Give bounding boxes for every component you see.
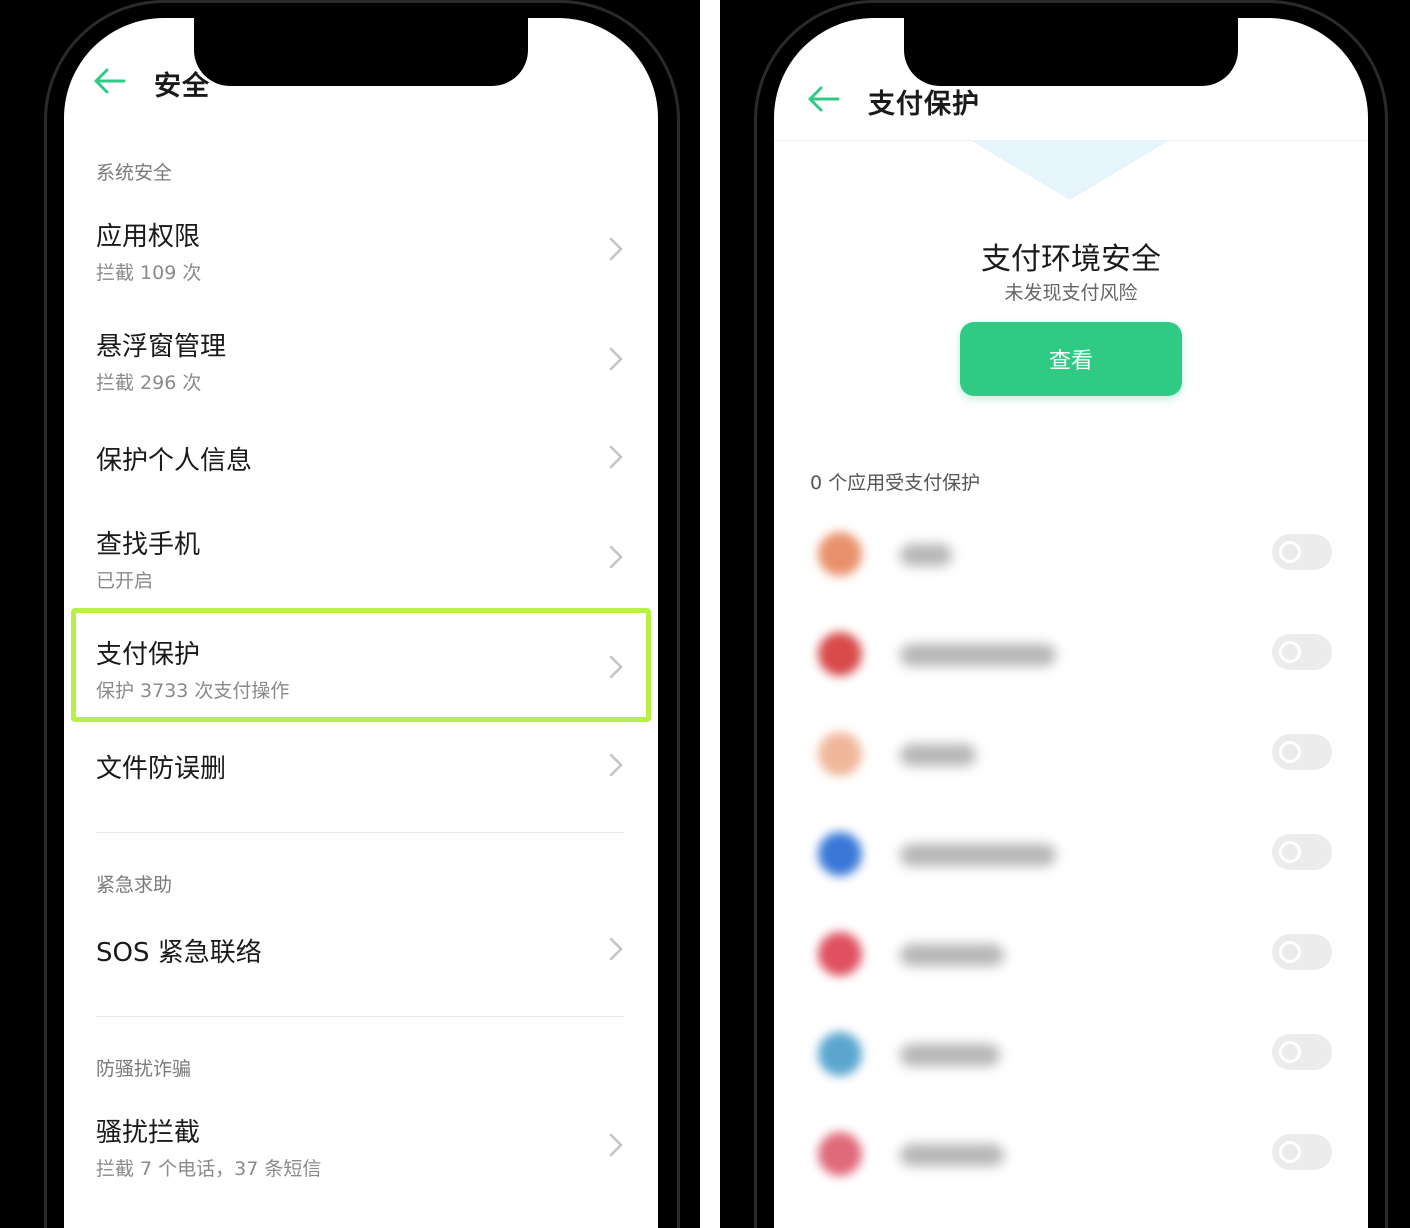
app-icon [818,732,862,776]
protection-toggle[interactable] [1272,734,1332,770]
protection-toggle[interactable] [1272,834,1332,870]
left-phone-frame: 安全 系统安全 应用权限 拦截 109 次 悬浮窗管理 拦截 296 次 保护个… [44,0,680,1228]
app-name-blurred [900,944,1004,966]
item-title: SOS 紧急联络 [96,938,262,968]
item-subtitle: 保护 3733 次支付操作 [96,680,290,702]
app-icon [818,532,862,576]
list-item-app-permissions[interactable]: 应用权限 拦截 109 次 [64,194,658,302]
app-name-blurred [900,544,952,566]
item-title: 查找手机 [96,530,201,560]
app-row[interactable] [774,802,1368,902]
app-name-blurred [900,744,976,766]
app-row[interactable] [774,502,1368,602]
view-button[interactable]: 查看 [960,322,1182,396]
protected-apps-count: 0 个应用受支付保护 [810,472,981,494]
chevron-right-icon [609,237,623,261]
section-label-system-security: 系统安全 [96,162,173,184]
app-icon [818,1032,862,1076]
section-label-emergency: 紧急求助 [96,874,173,896]
item-title: 应用权限 [96,222,201,252]
item-subtitle: 拦截 7 个电话，37 条短信 [96,1158,322,1180]
app-name-blurred [900,1044,1000,1066]
app-row[interactable] [774,602,1368,702]
toggle-knob [1279,741,1301,763]
app-icon [818,832,862,876]
toggle-knob [1279,541,1301,563]
app-name-blurred [900,844,1056,866]
divider [96,832,624,833]
protection-toggle[interactable] [1272,634,1332,670]
divider [96,1016,624,1017]
notch [194,18,528,86]
item-title: 支付保护 [96,640,201,670]
protection-toggle[interactable] [1272,934,1332,970]
toggle-knob [1279,641,1301,663]
item-title: 保护个人信息 [96,446,253,476]
item-title: 骚扰拦截 [96,1118,201,1148]
item-subtitle: 拦截 296 次 [96,372,202,394]
back-arrow-icon[interactable] [92,66,126,96]
list-item-find-phone[interactable]: 查找手机 已开启 [64,504,658,612]
app-row[interactable] [774,1102,1368,1202]
protection-toggle[interactable] [1272,1034,1332,1070]
app-name-blurred [900,1144,1004,1166]
chevron-right-icon [609,347,623,371]
page-title: 支付保护 [868,89,980,120]
item-title: 悬浮窗管理 [96,332,227,362]
chevron-right-icon [609,753,623,777]
notch [904,18,1238,86]
toggle-knob [1279,941,1301,963]
page-title: 安全 [154,71,210,102]
app-row[interactable] [774,702,1368,802]
chevron-right-icon [609,937,623,961]
toggle-knob [1279,841,1301,863]
chevron-right-icon [609,445,623,469]
toggle-knob [1279,1141,1301,1163]
list-item-personal-info[interactable]: 保护个人信息 [64,404,658,512]
protection-toggle[interactable] [1272,534,1332,570]
app-icon [818,932,862,976]
list-item-floating-window[interactable]: 悬浮窗管理 拦截 296 次 [64,304,658,412]
list-item-payment-protection[interactable]: 支付保护 保护 3733 次支付操作 [64,614,658,722]
payment-protection-screen: 支付保护 支付环境安全 未发现支付风险 查看 0 个应用受支付保护 [774,18,1368,1228]
list-item-harassment-block[interactable]: 骚扰拦截 拦截 7 个电话，37 条短信 [64,1092,658,1200]
item-subtitle: 拦截 109 次 [96,262,202,284]
item-title: 文件防误删 [96,754,227,784]
list-item-sos[interactable]: SOS 紧急联络 [64,908,658,1016]
chevron-right-icon [609,545,623,569]
list-item-file-protection[interactable]: 文件防误删 [64,724,658,832]
status-title: 支付环境安全 [981,242,1161,277]
right-phone-frame: 支付保护 支付环境安全 未发现支付风险 查看 0 个应用受支付保护 [754,0,1388,1228]
toggle-knob [1279,1041,1301,1063]
security-screen: 安全 系统安全 应用权限 拦截 109 次 悬浮窗管理 拦截 296 次 保护个… [64,18,658,1228]
app-icon [818,632,862,676]
back-arrow-icon[interactable] [806,84,840,114]
item-subtitle: 已开启 [96,570,154,592]
protection-toggle[interactable] [1272,1134,1332,1170]
chevron-right-icon [609,1133,623,1157]
app-row[interactable] [774,902,1368,1002]
app-row[interactable] [774,1002,1368,1102]
app-icon [818,1132,862,1176]
app-name-blurred [900,644,1056,666]
shield-icon [970,140,1170,200]
chevron-right-icon [609,655,623,679]
section-label-anti-fraud: 防骚扰诈骗 [96,1058,192,1080]
status-subtitle: 未发现支付风险 [1004,282,1138,304]
